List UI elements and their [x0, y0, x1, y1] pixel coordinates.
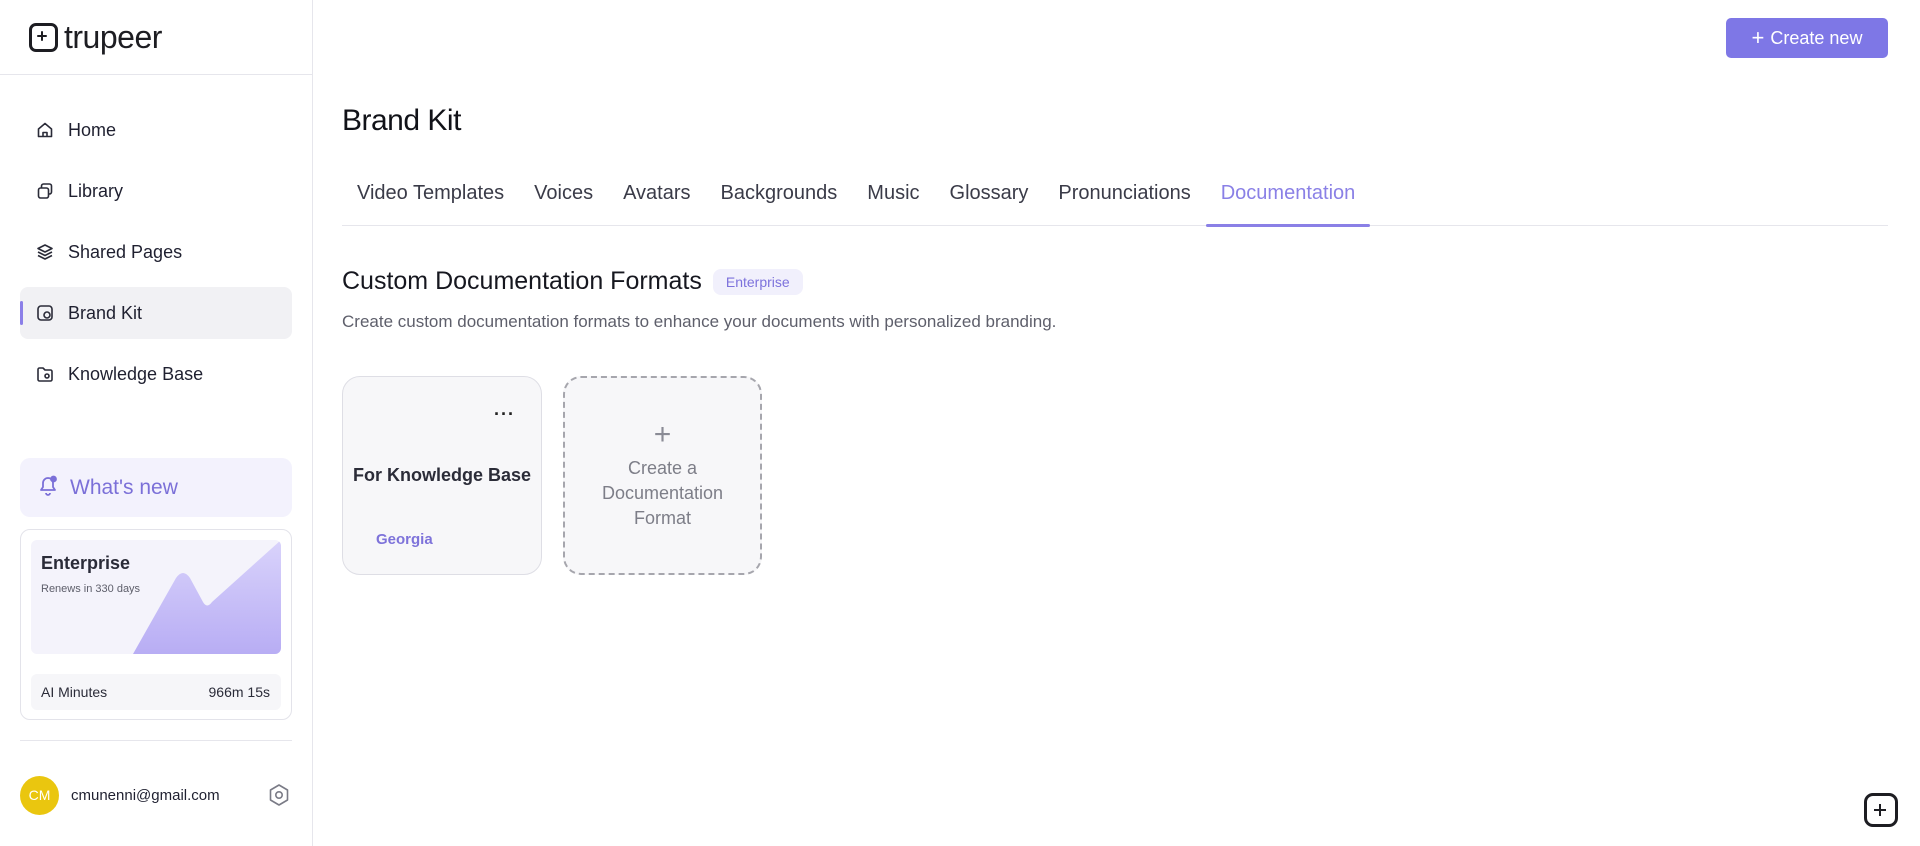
create-documentation-format-card[interactable]: + Create a Documentation Format: [563, 376, 762, 575]
ai-minutes-value: 966m 15s: [208, 684, 270, 700]
page-title: Brand Kit: [342, 104, 461, 137]
tab-pronunciations[interactable]: Pronunciations: [1043, 172, 1205, 226]
sidebar-item-home[interactable]: Home: [20, 104, 292, 156]
sidebar-nav: Home Library Shared Pages Brand Kit Know…: [20, 104, 292, 409]
brand-kit-icon: [35, 303, 55, 323]
sidebar-item-knowledge-base[interactable]: Knowledge Base: [20, 348, 292, 400]
sidebar-item-shared-pages[interactable]: Shared Pages: [20, 226, 292, 278]
format-font-tag: Georgia: [376, 531, 433, 548]
sidebar-item-brand-kit[interactable]: Brand Kit: [20, 287, 292, 339]
sidebar-item-label: Home: [68, 119, 117, 140]
tab-glossary[interactable]: Glossary: [935, 172, 1044, 226]
ai-minutes-row: AI Minutes 966m 15s: [31, 674, 281, 710]
create-format-label: Create a Documentation Format: [601, 458, 724, 528]
documentation-format-card[interactable]: ··· For Knowledge Base Georgia: [342, 376, 542, 575]
more-options-icon[interactable]: ···: [494, 405, 515, 423]
format-name: For Knowledge Base: [352, 465, 532, 485]
tab-backgrounds[interactable]: Backgrounds: [706, 172, 853, 226]
sidebar-item-label: Library: [68, 180, 124, 201]
bell-icon: [36, 473, 60, 502]
plus-icon: +: [1751, 25, 1765, 50]
tab-voices[interactable]: Voices: [519, 172, 608, 226]
avatar[interactable]: CM: [20, 775, 59, 815]
create-new-button[interactable]: + Create new: [1726, 18, 1888, 58]
sidebar-item-label: Shared Pages: [68, 241, 183, 262]
sidebar-divider: [20, 740, 292, 741]
library-icon: [35, 181, 55, 201]
trupeer-logo-icon: [29, 22, 58, 52]
ai-minutes-label: AI Minutes: [41, 684, 108, 700]
create-new-label: Create new: [1770, 27, 1863, 48]
user-email: cmunenni@gmail.com: [71, 786, 220, 804]
section-title: Custom Documentation Formats: [342, 267, 702, 295]
plus-icon: +: [653, 418, 672, 451]
folder-icon: [35, 364, 55, 384]
plan-renewal: Renews in 330 days: [41, 583, 141, 595]
whats-new-label: What's new: [70, 475, 178, 499]
layers-icon: [35, 242, 55, 262]
enterprise-badge: Enterprise: [712, 268, 803, 295]
plan-card: Enterprise Renews in 330 days AI Minutes…: [20, 529, 292, 720]
tab-documentation[interactable]: Documentation: [1205, 172, 1371, 227]
logo[interactable]: trupeer: [0, 0, 312, 75]
tab-video-templates[interactable]: Video Templates: [342, 172, 519, 226]
whats-new-button[interactable]: What's new: [20, 458, 292, 517]
section-description: Create custom documentation formats to e…: [342, 312, 1057, 331]
home-icon: [35, 120, 55, 140]
plan-name: Enterprise: [41, 553, 131, 573]
sidebar: trupeer Home Library Shared Pages Brand …: [0, 0, 313, 846]
section-header: Custom Documentation Formats Enterprise: [342, 267, 803, 296]
sidebar-item-library[interactable]: Library: [20, 165, 292, 217]
sidebar-item-label: Knowledge Base: [68, 363, 204, 384]
brand-kit-tabs: Video Templates Voices Avatars Backgroun…: [342, 172, 1888, 227]
user-profile[interactable]: CM cmunenni@gmail.com: [20, 775, 292, 815]
tab-avatars[interactable]: Avatars: [608, 172, 705, 226]
trupeer-widget-icon[interactable]: [1864, 793, 1898, 827]
tab-music[interactable]: Music: [852, 172, 934, 226]
sidebar-item-label: Brand Kit: [68, 302, 143, 323]
settings-icon[interactable]: [266, 782, 292, 808]
logo-text: trupeer: [64, 18, 162, 55]
